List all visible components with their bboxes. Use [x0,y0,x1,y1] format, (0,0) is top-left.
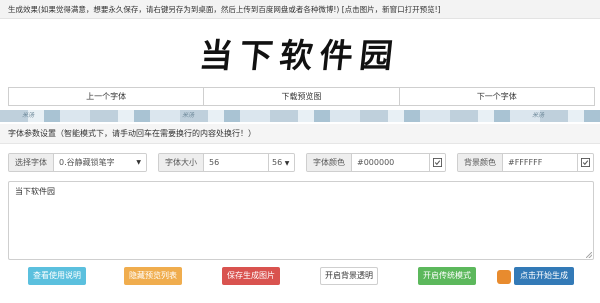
text-content-value: 当下软件园 [15,187,55,196]
result-notice: 生成效果(如果觉得满意，想要永久保存，请右键另存为到桌面，然后上传到百度网盘或者… [0,0,600,19]
strip-label: 米汤 [182,112,195,119]
font-preview-image[interactable]: 当下软件园 [0,20,600,86]
prev-font-button[interactable]: 上一个字体 [8,87,205,106]
next-font-button[interactable]: 下一个字体 [398,87,595,106]
font-size-group: 字体大小 56 56 ▼ [158,153,295,172]
text-content-input[interactable]: 当下软件园 [8,181,594,260]
settings-controls: 选择字体 0.谷静藏锁笔字 ▼ 字体大小 56 56 ▼ 字体颜色 #00000… [8,153,594,172]
hide-list-button[interactable]: 隐藏预览列表 [124,267,182,285]
traditional-mode-button[interactable]: 开启传统模式 [418,267,476,285]
font-color-label: 字体颜色 [307,154,352,171]
font-size-input[interactable]: 56 [204,154,268,171]
bg-color-label: 背景颜色 [458,154,503,171]
caret-down-icon: ▼ [284,160,290,167]
font-select-group: 选择字体 0.谷静藏锁笔字 ▼ [8,153,147,172]
bg-color-input[interactable]: #FFFFFF [503,154,577,171]
font-select-label: 选择字体 [9,154,54,171]
color-picker-icon[interactable] [429,154,445,171]
preview-text: 当下软件园 [197,36,402,75]
resize-handle-icon[interactable] [586,252,592,258]
site-logo-icon [497,270,511,284]
font-size-select[interactable]: 56 ▼ [268,154,294,171]
transparent-bg-button[interactable]: 开启背景透明 [320,267,378,285]
strip-label: 米汤 [532,112,545,119]
color-picker-icon[interactable] [577,154,593,171]
font-select[interactable]: 0.谷静藏锁笔字 ▼ [54,154,146,171]
font-color-group: 字体颜色 #000000 [306,153,446,172]
bg-color-group: 背景颜色 #FFFFFF [457,153,594,172]
strip-label: 米汤 [22,112,35,119]
font-size-select-value: 56 [272,158,283,167]
caret-down-icon: ▼ [136,159,141,166]
save-image-button[interactable]: 保存生成图片 [222,267,280,285]
download-preview-button[interactable]: 下载预览图 [203,87,400,106]
font-color-input[interactable]: #000000 [352,154,429,171]
generate-button[interactable]: 点击开始生成 [514,267,574,285]
font-size-label: 字体大小 [159,154,204,171]
help-button[interactable]: 查看使用说明 [28,267,86,285]
font-list-strip[interactable]: 米汤 米汤 米汤 [0,110,600,122]
font-navigation: 上一个字体 下载预览图 下一个字体 [8,87,595,106]
font-select-value: 0.谷静藏锁笔字 [59,158,115,167]
settings-title: 字体参数设置（智能模式下，请手动回车在需要换行的内容处换行！） [0,124,600,144]
